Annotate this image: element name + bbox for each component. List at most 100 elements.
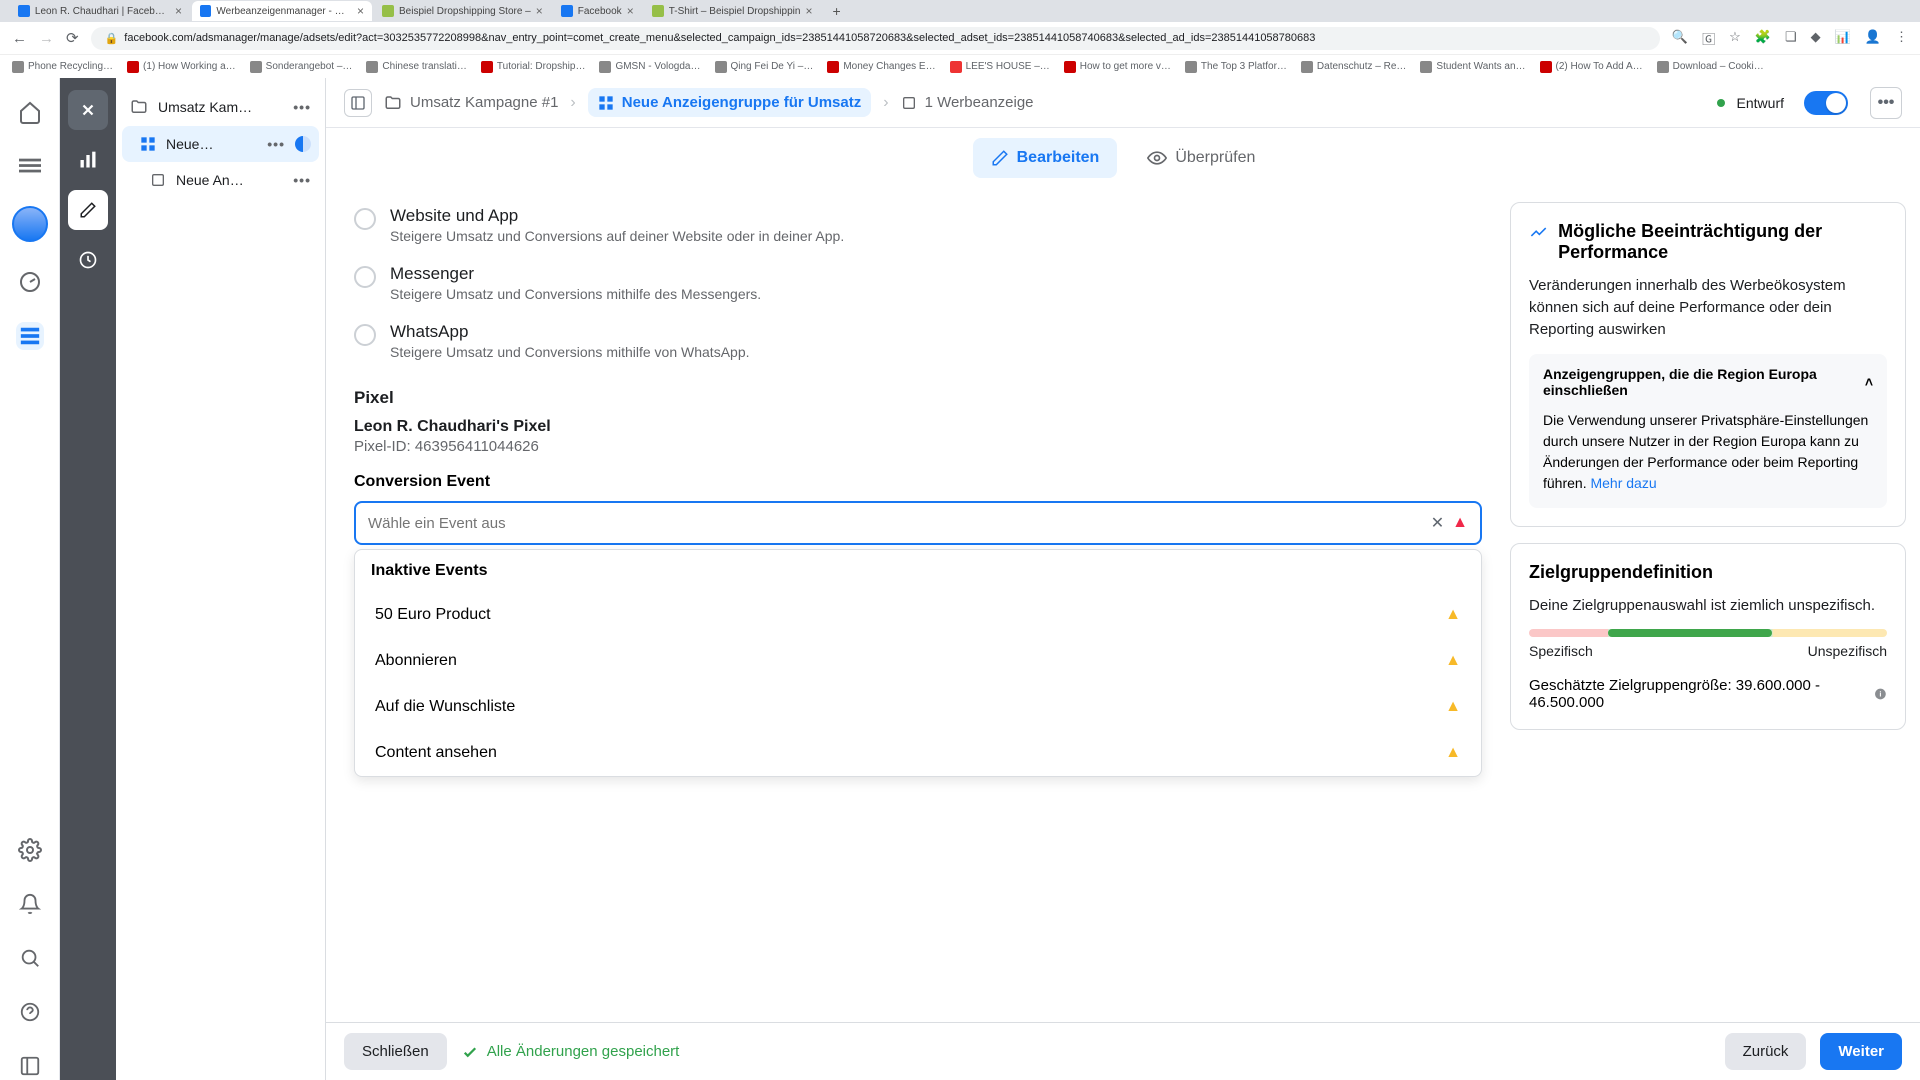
tab-edit[interactable]: Bearbeiten <box>973 138 1118 178</box>
new-tab-button[interactable]: + <box>822 3 850 19</box>
card-body: Deine Zielgruppenauswahl ist ziemlich un… <box>1529 595 1887 617</box>
close-icon[interactable]: × <box>357 4 364 18</box>
chart-icon[interactable] <box>68 140 108 180</box>
bookmark-item[interactable]: Download – Cooki… <box>1657 61 1764 73</box>
more-link[interactable]: Mehr dazu <box>1590 475 1656 491</box>
close-icon[interactable]: × <box>175 4 182 18</box>
close-icon[interactable]: × <box>805 4 812 18</box>
bookmark-item[interactable]: Sonderangebot –… <box>250 61 353 73</box>
browser-tab-active[interactable]: Werbeanzeigenmanager - We…× <box>192 1 372 21</box>
tree-campaign[interactable]: Umsatz Kam… ••• <box>122 88 319 126</box>
more-button[interactable]: ••• <box>1870 87 1902 119</box>
browser-tab[interactable]: Beispiel Dropshipping Store –× <box>374 1 551 21</box>
menu-icon[interactable] <box>16 152 44 180</box>
menu-icon[interactable]: ⋮ <box>1895 29 1908 48</box>
radio-icon[interactable] <box>354 266 376 288</box>
radio-desc: Steigere Umsatz und Conversions mithilfe… <box>390 344 750 360</box>
more-icon[interactable]: ••• <box>293 99 311 115</box>
event-input[interactable] <box>368 515 1423 532</box>
warning-icon: ▲ <box>1445 606 1461 624</box>
bookmark-item[interactable]: Phone Recycling… <box>12 61 113 73</box>
tab-review[interactable]: Überprüfen <box>1129 138 1273 178</box>
browser-tab[interactable]: Leon R. Chaudhari | Facebook × <box>10 1 190 21</box>
bookmark-item[interactable]: GMSN - Vologda… <box>599 61 700 73</box>
tree-adset[interactable]: Neue… ••• <box>122 126 319 162</box>
zoom-icon[interactable]: 🔍 <box>1672 29 1688 48</box>
tree-ad[interactable]: Neue An… ••• <box>122 162 319 198</box>
reload-icon[interactable]: ⟳ <box>66 29 79 47</box>
tree-label: Neue… <box>166 136 257 152</box>
radio-icon[interactable] <box>354 208 376 230</box>
dropdown-item[interactable]: Auf die Wunschliste▲ <box>355 684 1481 730</box>
collapse-icon[interactable] <box>16 1052 44 1080</box>
bookmark-item[interactable]: (1) How Working a… <box>127 61 236 73</box>
extension-icon[interactable]: ◆ <box>1811 29 1821 48</box>
ads-table-icon[interactable] <box>16 322 44 350</box>
close-icon[interactable]: × <box>536 4 543 18</box>
dropdown-item-label: Abonnieren <box>375 652 457 670</box>
crumb-ad[interactable]: 1 Werbeanzeige <box>901 94 1034 111</box>
chevron-up-icon[interactable]: ˄ <box>1865 374 1873 390</box>
home-icon[interactable] <box>16 98 44 126</box>
next-button[interactable]: Weiter <box>1820 1033 1902 1070</box>
forward-icon[interactable]: → <box>39 30 54 47</box>
extension-icon[interactable]: ❏ <box>1785 29 1797 48</box>
more-icon[interactable]: ••• <box>293 172 311 188</box>
bell-icon[interactable] <box>16 890 44 918</box>
dropdown-item-label: 50 Euro Product <box>375 606 491 624</box>
bookmark-item[interactable]: Qing Fei De Yi –… <box>715 61 814 73</box>
close-button[interactable]: Schließen <box>344 1033 447 1070</box>
history-icon[interactable] <box>68 240 108 280</box>
bookmark-item[interactable]: Student Wants an… <box>1420 61 1525 73</box>
browser-tab[interactable]: Facebook× <box>553 1 642 21</box>
saved-indicator: Alle Änderungen gespeichert <box>461 1043 680 1061</box>
bookmark-item[interactable]: Money Changes E… <box>827 61 935 73</box>
chevron-right-icon: › <box>883 94 888 112</box>
crumb-adset[interactable]: Neue Anzeigengruppe für Umsatz <box>588 88 871 117</box>
translate-icon[interactable]: 🄶 <box>1702 29 1715 48</box>
crumb-campaign[interactable]: Umsatz Kampagne #1 <box>384 94 558 112</box>
bookmark-item[interactable]: Datenschutz – Re… <box>1301 61 1407 73</box>
back-icon[interactable]: ← <box>12 30 27 47</box>
bookmark-item[interactable]: Tutorial: Dropship… <box>481 61 586 73</box>
back-button[interactable]: Zurück <box>1725 1033 1807 1070</box>
close-icon[interactable]: × <box>627 4 634 18</box>
folder-icon <box>384 94 402 112</box>
radio-icon[interactable] <box>354 324 376 346</box>
clear-icon[interactable]: ✕ <box>1431 513 1444 533</box>
dropdown-item[interactable]: Abonnieren▲ <box>355 638 1481 684</box>
radio-messenger[interactable]: Messenger Steigere Umsatz und Conversion… <box>354 254 1482 312</box>
event-select[interactable]: ✕ ▲ <box>354 501 1482 545</box>
browser-tab[interactable]: T-Shirt – Beispiel Dropshippin× <box>644 1 821 21</box>
search-icon[interactable] <box>16 944 44 972</box>
dropdown-item[interactable]: 50 Euro Product ▲ <box>355 592 1481 638</box>
subcard-body: Die Verwendung unserer Privatsphäre-Eins… <box>1529 410 1887 508</box>
bookmark-item[interactable]: (2) How To Add A… <box>1540 61 1643 73</box>
close-editor-button[interactable] <box>68 90 108 130</box>
bookmark-item[interactable]: LEE'S HOUSE –… <box>950 61 1050 73</box>
radio-whatsapp[interactable]: WhatsApp Steigere Umsatz und Conversions… <box>354 312 1482 370</box>
bookmark-item[interactable]: How to get more v… <box>1064 61 1171 73</box>
tab-title: Leon R. Chaudhari | Facebook <box>35 6 170 17</box>
radio-website-app[interactable]: Website und App Steigere Umsatz und Conv… <box>354 196 1482 254</box>
url-input[interactable]: 🔒facebook.com/adsmanager/manage/adsets/e… <box>91 27 1660 50</box>
active-toggle[interactable] <box>1804 91 1848 115</box>
star-icon[interactable]: ☆ <box>1729 29 1741 48</box>
extension-icon[interactable]: 📊 <box>1835 29 1851 48</box>
check-icon <box>461 1043 479 1061</box>
info-icon[interactable]: i <box>1874 687 1887 701</box>
bookmark-item[interactable]: Chinese translati… <box>366 61 466 73</box>
gauge-icon[interactable] <box>16 268 44 296</box>
bookmark-item[interactable]: The Top 3 Platfor… <box>1185 61 1287 73</box>
help-icon[interactable] <box>16 998 44 1026</box>
chevron-right-icon: › <box>570 94 575 112</box>
radio-desc: Steigere Umsatz und Conversions auf dein… <box>390 228 844 244</box>
avatar[interactable] <box>12 206 48 242</box>
profile-icon[interactable]: 👤 <box>1865 29 1881 48</box>
panel-toggle-icon[interactable] <box>344 89 372 117</box>
gear-icon[interactable] <box>16 836 44 864</box>
edit-icon[interactable] <box>68 190 108 230</box>
dropdown-item[interactable]: Content ansehen▲ <box>355 730 1481 776</box>
more-icon[interactable]: ••• <box>267 136 285 152</box>
extension-icon[interactable]: 🧩 <box>1755 29 1771 48</box>
